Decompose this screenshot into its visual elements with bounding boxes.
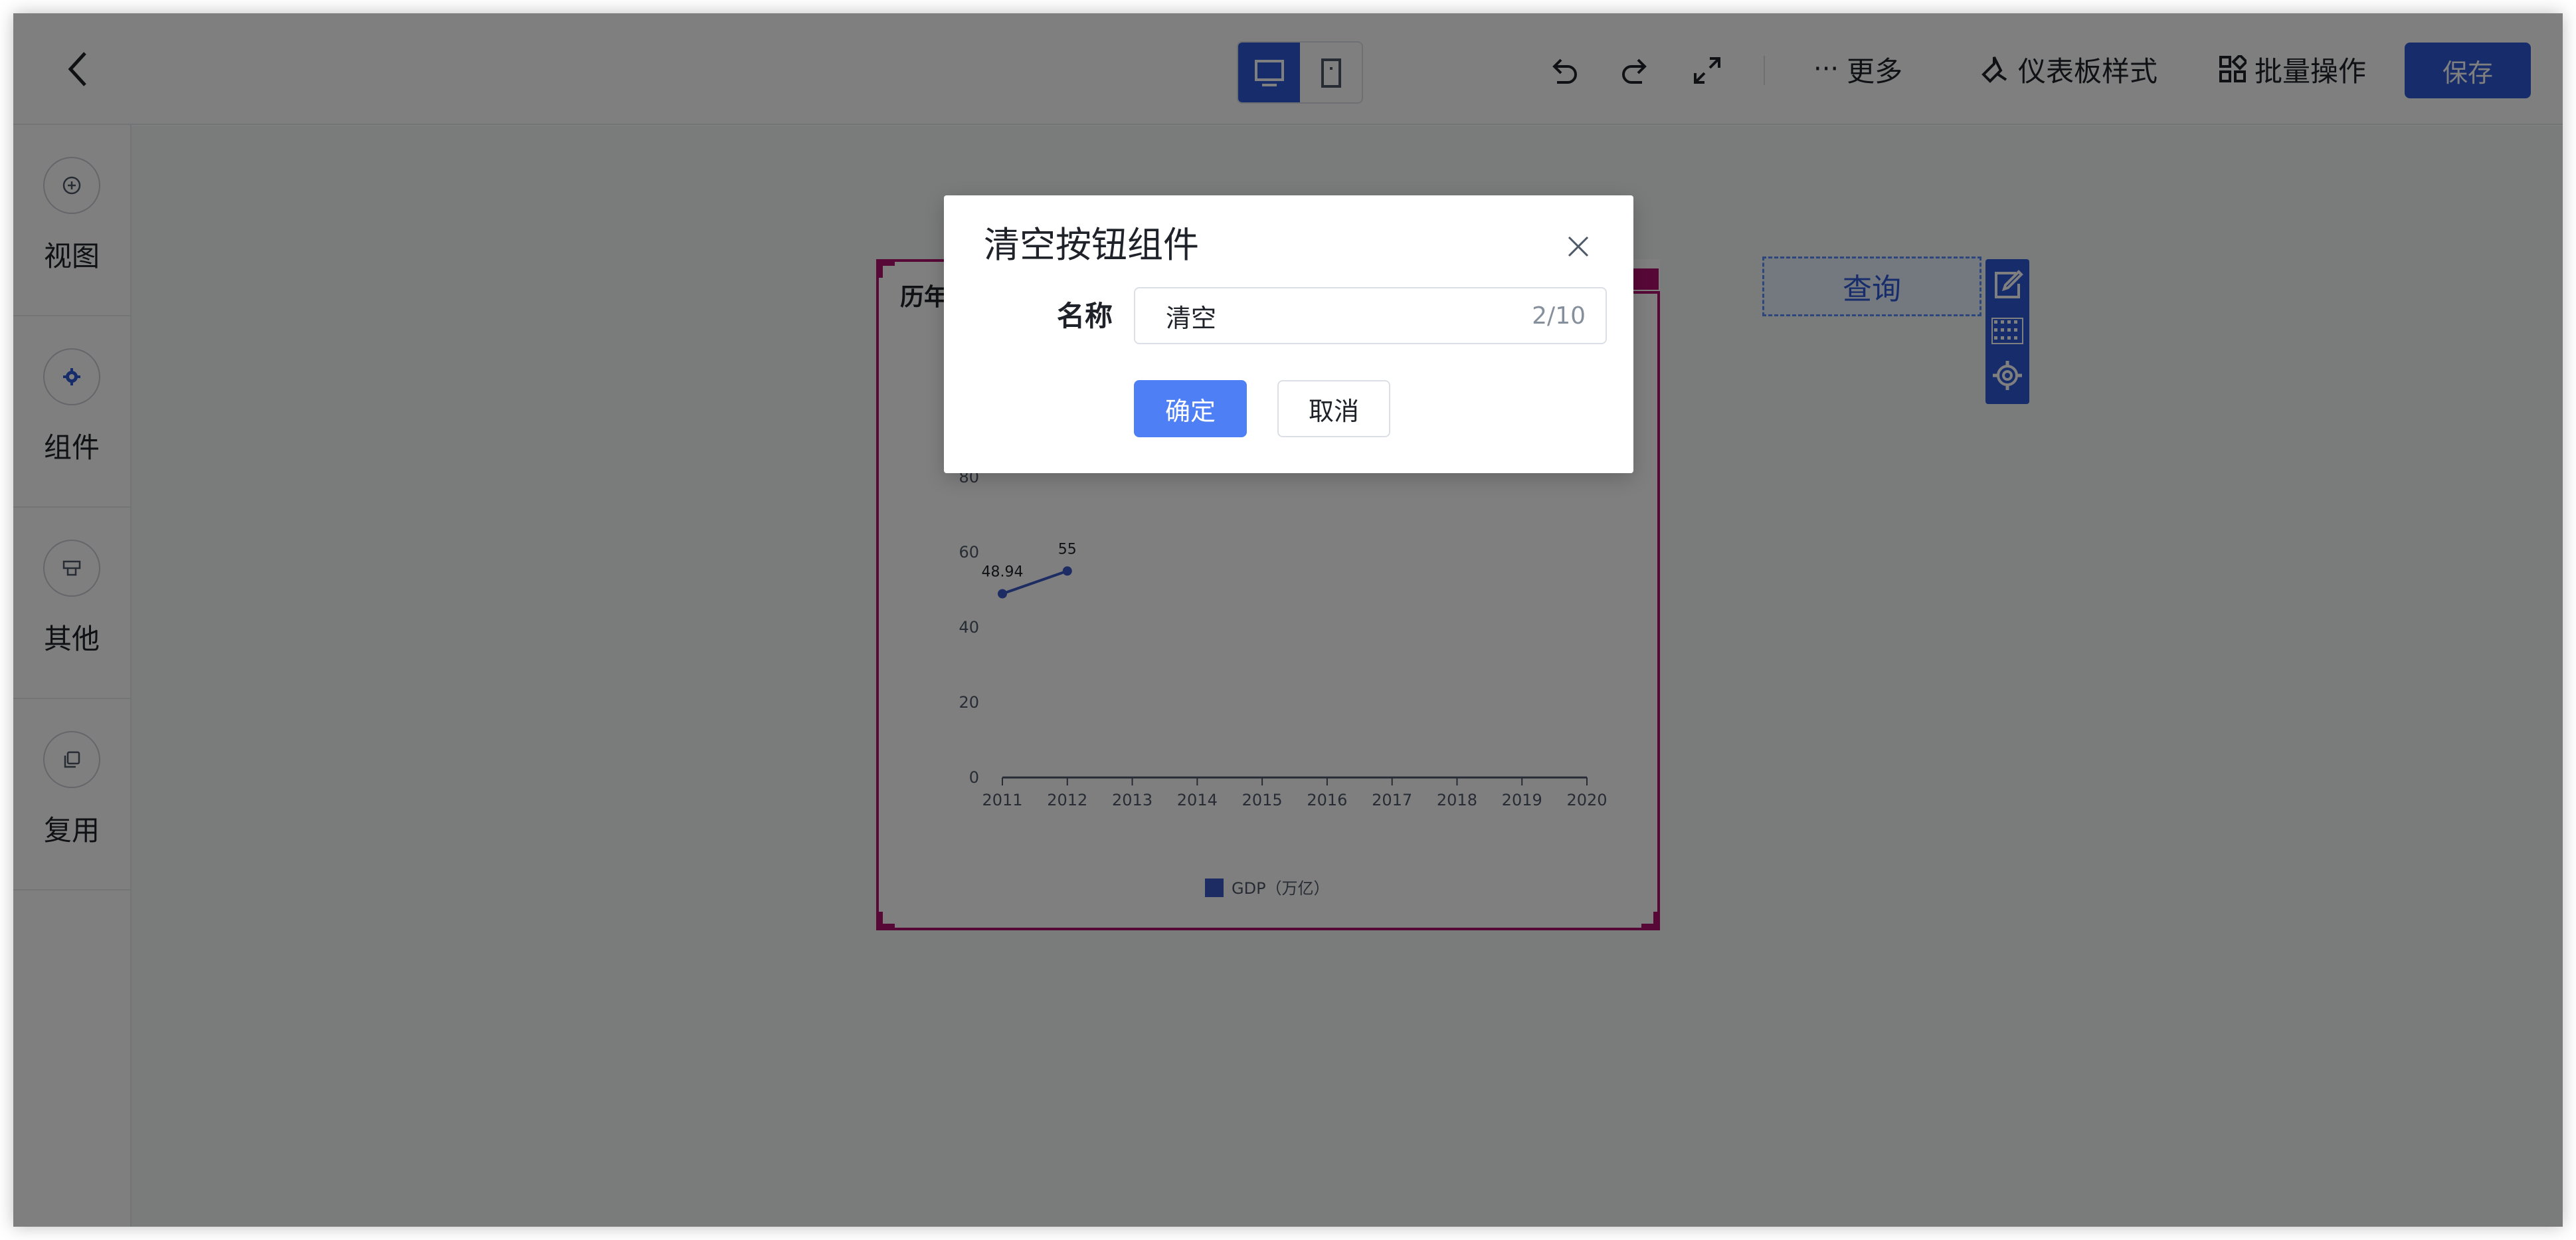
- name-input[interactable]: [1166, 301, 1532, 330]
- clear-button-dialog: 清空按钮组件 名称 2/10 确定 取消: [944, 195, 1633, 473]
- confirm-button[interactable]: 确定: [1134, 380, 1247, 437]
- cancel-button[interactable]: 取消: [1277, 380, 1390, 437]
- name-field[interactable]: 2/10: [1134, 287, 1607, 344]
- close-button[interactable]: [1562, 230, 1595, 263]
- dialog-title: 清空按钮组件: [984, 224, 1199, 266]
- char-counter: 2/10: [1532, 302, 1586, 330]
- close-icon: [1568, 236, 1589, 257]
- app-window: ··· 更多 仪表板样式 批量操作 保存 视图 组件: [13, 13, 2563, 1227]
- name-field-label: 名称: [1056, 300, 1113, 332]
